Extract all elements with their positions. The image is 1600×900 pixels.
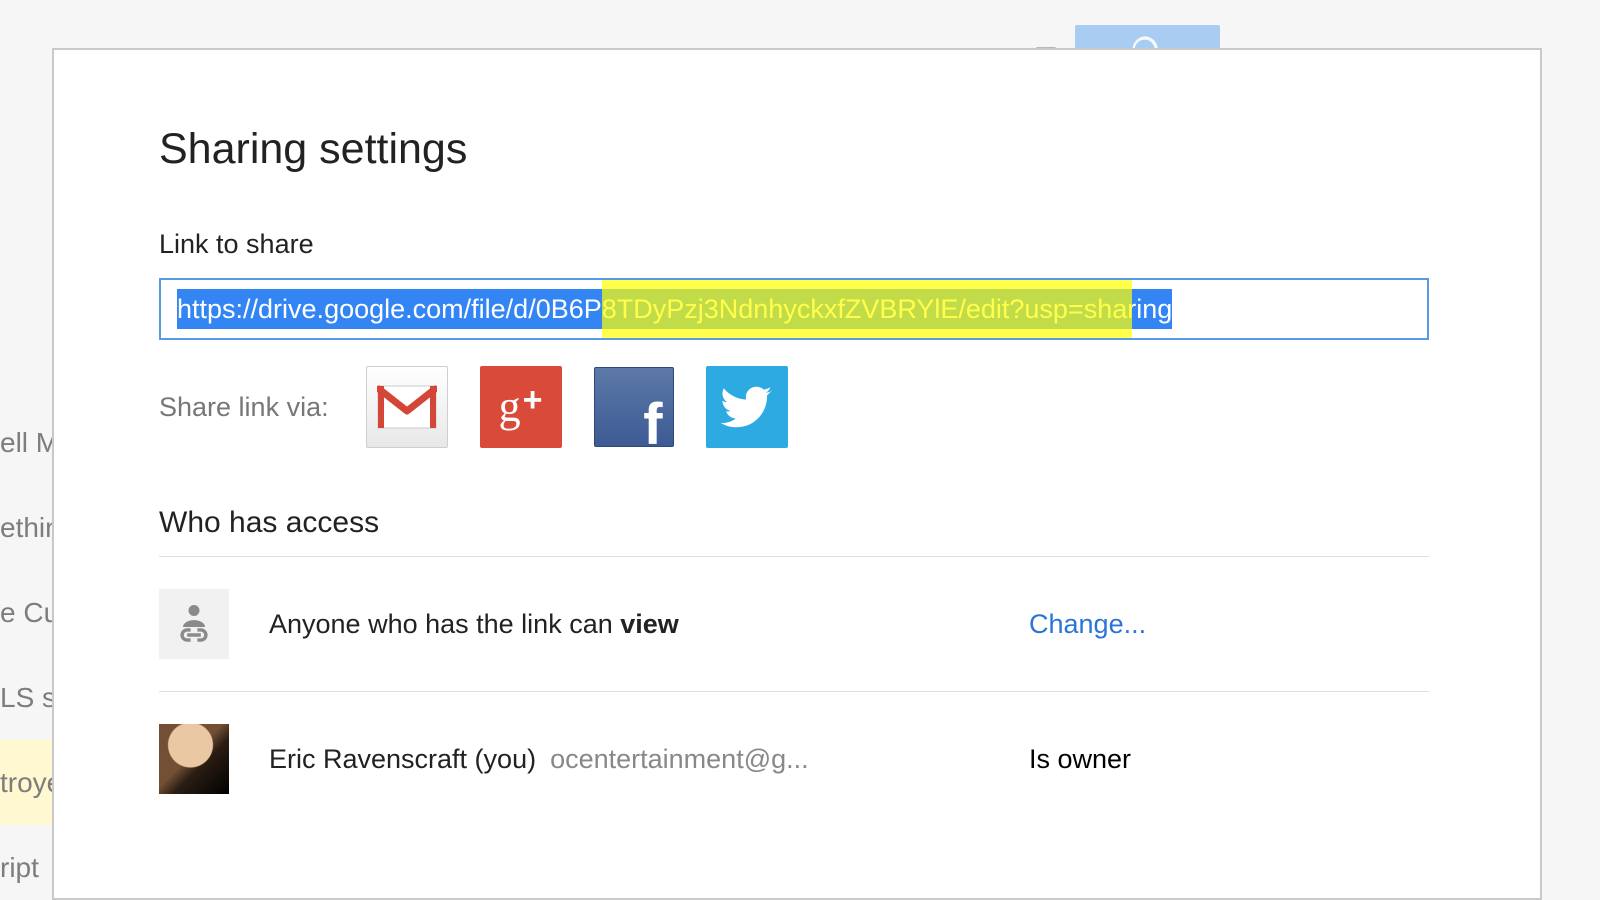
link-access-icon [159, 589, 229, 659]
change-link-access-button[interactable]: Change... [1029, 609, 1146, 639]
share-via-row: Share link via: g+ f [159, 366, 1420, 448]
googleplus-icon: g+ [499, 385, 543, 430]
owner-email: ocentertainment@g... [550, 744, 809, 774]
share-facebook-button[interactable]: f [594, 367, 674, 447]
access-link-permission: view [620, 609, 679, 639]
gmail-icon [377, 385, 437, 429]
share-link-id: /0B6P8TDyPzj3NdnhyckxfZVBRYlE/ [528, 294, 966, 324]
twitter-icon [720, 380, 774, 434]
who-has-access-label: Who has access [159, 506, 1420, 540]
access-link-prefix: Anyone who has the link can [269, 609, 620, 639]
owner-identity: Eric Ravenscraft (you) ocentertainment@g.… [269, 744, 809, 775]
share-gmail-button[interactable] [366, 366, 448, 448]
link-to-share-label: Link to share [159, 229, 1420, 260]
share-link-suffix: edit?usp=sharing [966, 294, 1172, 324]
facebook-icon: f [643, 403, 662, 447]
dialog-title: Sharing settings [159, 125, 1420, 174]
share-twitter-button[interactable] [706, 366, 788, 448]
owner-role: Is owner [1029, 744, 1429, 775]
share-link-prefix: https://drive.google.com/file/d [177, 294, 528, 324]
share-link-text: https://drive.google.com/file/d/0B6P8TDy… [177, 289, 1172, 329]
owner-avatar [159, 724, 229, 794]
share-googleplus-button[interactable]: g+ [480, 366, 562, 448]
owner-name: Eric Ravenscraft (you) [269, 744, 536, 774]
access-row-owner: Eric Ravenscraft (you) ocentertainment@g.… [159, 692, 1429, 826]
sharing-settings-dialog: Sharing settings Link to share https://d… [52, 48, 1542, 900]
share-via-label: Share link via: [159, 392, 329, 423]
access-link-text: Anyone who has the link can view [269, 609, 679, 640]
share-link-input[interactable]: https://drive.google.com/file/d/0B6P8TDy… [159, 278, 1429, 340]
access-row-link: Anyone who has the link can view Change.… [159, 557, 1429, 692]
